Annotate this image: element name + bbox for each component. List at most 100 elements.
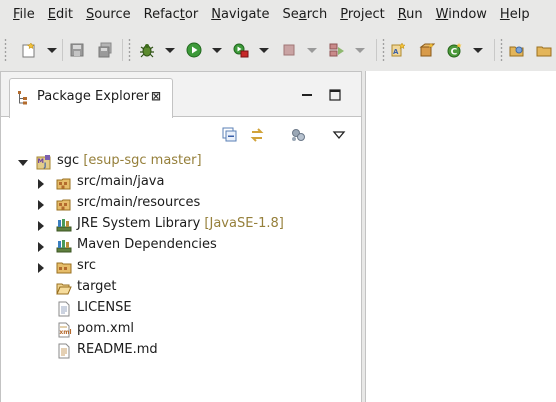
menu-help[interactable]: Help (487, 0, 530, 30)
svg-text:C: C (451, 48, 458, 58)
menu-project[interactable]: Project (327, 0, 385, 30)
collapse-arrow-icon[interactable] (38, 263, 44, 273)
menu-navigate[interactable]: Navigate (198, 0, 269, 30)
toolbar-grip[interactable] (500, 38, 503, 62)
tree-row[interactable]: src (1, 257, 361, 278)
menu-run[interactable]: Run (385, 0, 423, 30)
menu-file[interactable]: File (0, 0, 35, 30)
debug-icon[interactable] (139, 42, 155, 58)
collapse-arrow-icon[interactable] (38, 179, 44, 189)
run-icon[interactable] (186, 42, 202, 58)
toolbar-separator (122, 39, 123, 61)
run-dropdown[interactable] (212, 48, 222, 53)
collapse-arrow-icon[interactable] (38, 221, 44, 231)
stop-icon[interactable] (281, 42, 297, 58)
menu-edit-mnemonic: E (47, 7, 56, 22)
menu-project-mnemonic: P (340, 7, 348, 22)
menu-run-mnemonic: R (397, 7, 407, 22)
open-task-icon[interactable] (536, 42, 552, 58)
stop-dropdown[interactable] (307, 48, 317, 53)
toolbar-grip[interactable] (382, 38, 385, 62)
view-menu-icon[interactable] (331, 127, 347, 143)
coverage-icon[interactable] (329, 42, 345, 58)
open-type-icon[interactable] (509, 42, 525, 58)
menu-refactor[interactable]: Refactor (131, 0, 199, 30)
tree-item-label: LICENSE (77, 300, 132, 315)
tree-item-name: LICENSE (77, 300, 132, 315)
editor-area (365, 71, 556, 402)
menu-help-label: elp (509, 7, 530, 22)
file-icon (58, 301, 70, 317)
tree-row[interactable]: README.md (1, 341, 361, 362)
maven-project-icon: MJ (36, 155, 51, 170)
package-explorer-tab[interactable]: Package Explorer ⊠ (9, 78, 173, 118)
open-folder-icon (56, 283, 72, 295)
coverage-dropdown[interactable] (355, 48, 365, 53)
external-tools-icon[interactable] (233, 42, 249, 58)
tree-row[interactable]: JRE System Library [JavaSE-1.8] (1, 215, 361, 236)
menu-edit-label: dit (56, 7, 73, 22)
tree-item-label: Maven Dependencies (77, 237, 217, 252)
menu-refactor-label-tail: or (184, 7, 199, 22)
minimize-icon[interactable] (301, 89, 313, 101)
svg-text:xml: xml (59, 329, 71, 336)
maximize-icon[interactable] (329, 89, 341, 101)
close-icon[interactable]: ⊠ (151, 89, 161, 103)
tree-item-label: src (77, 258, 96, 273)
menu-navigate-label: avigate (220, 7, 270, 22)
save-all-icon[interactable] (97, 42, 113, 58)
package-explorer-body: M Jsgc [esup-sgc master] src/main/java src/… (1, 118, 361, 402)
tree-row[interactable]: src/main/resources (1, 194, 361, 215)
menu-source[interactable]: Source (73, 0, 131, 30)
tree-item-label: src/main/java (77, 174, 164, 189)
tree-item-decoration: [esup-sgc master] (83, 153, 202, 168)
tree-item-name: target (77, 279, 117, 294)
new-java-project-icon[interactable]: A (391, 42, 407, 58)
main-toolbar: A C (0, 31, 556, 69)
tree-item-name: Maven Dependencies (77, 237, 217, 252)
tree-row[interactable]: LICENSE (1, 299, 361, 320)
package-explorer-view: Package Explorer ⊠ M Jsgc [esup-sgc mast… (0, 71, 362, 402)
menu-help-mnemonic: H (499, 7, 510, 22)
menu-edit[interactable]: Edit (35, 0, 73, 30)
collapse-arrow-icon[interactable] (38, 242, 44, 252)
svg-text:J: J (43, 162, 46, 169)
tree-item-decoration: [JavaSE-1.8] (204, 216, 284, 231)
tree-item-label: src/main/resources (77, 195, 200, 210)
tree-row[interactable]: src/main/java (1, 173, 361, 194)
tree-row[interactable]: target (1, 278, 361, 299)
toolbar-separator (376, 39, 377, 61)
toolbar-grip[interactable] (4, 38, 7, 62)
view-tab-bar: Package Explorer ⊠ (1, 72, 361, 118)
tree-item-name: sgc (57, 153, 80, 168)
tree-item-name: src/main/java (77, 174, 165, 189)
new-wizard-icon[interactable] (21, 42, 37, 58)
new-wizard-dropdown[interactable] (47, 48, 57, 53)
external-tools-dropdown[interactable] (259, 48, 269, 53)
tree-row[interactable]: Maven Dependencies (1, 236, 361, 257)
tree-item-label: JRE System Library [JavaSE-1.8] (77, 216, 284, 231)
tree-row[interactable]: M Jsgc [esup-sgc master] (1, 152, 361, 173)
toolbar-grip[interactable] (128, 38, 131, 62)
debug-dropdown[interactable] (165, 48, 175, 53)
save-icon[interactable] (69, 42, 85, 58)
svg-text:M: M (38, 157, 44, 165)
folder-icon (56, 262, 72, 274)
library-icon (56, 240, 72, 253)
new-class-dropdown[interactable] (473, 48, 483, 53)
tree-row[interactable]: xml pom.xml (1, 320, 361, 341)
focus-on-task-icon[interactable] (290, 127, 306, 143)
menu-search-label: Se (282, 7, 299, 22)
tree-item-label: sgc [esup-sgc master] (57, 153, 202, 168)
collapse-arrow-icon[interactable] (38, 200, 44, 210)
new-package-icon[interactable] (419, 42, 435, 58)
svg-text:A: A (393, 48, 399, 56)
menu-project-label: roject (347, 7, 385, 22)
link-with-editor-icon[interactable] (249, 127, 265, 143)
tree-item-label: target (77, 279, 117, 294)
new-class-icon[interactable]: C (447, 42, 463, 58)
menu-search[interactable]: Search (270, 0, 328, 30)
collapse-all-icon[interactable] (222, 127, 238, 143)
expand-arrow-icon[interactable] (18, 160, 28, 166)
menu-window[interactable]: Window (423, 0, 487, 30)
